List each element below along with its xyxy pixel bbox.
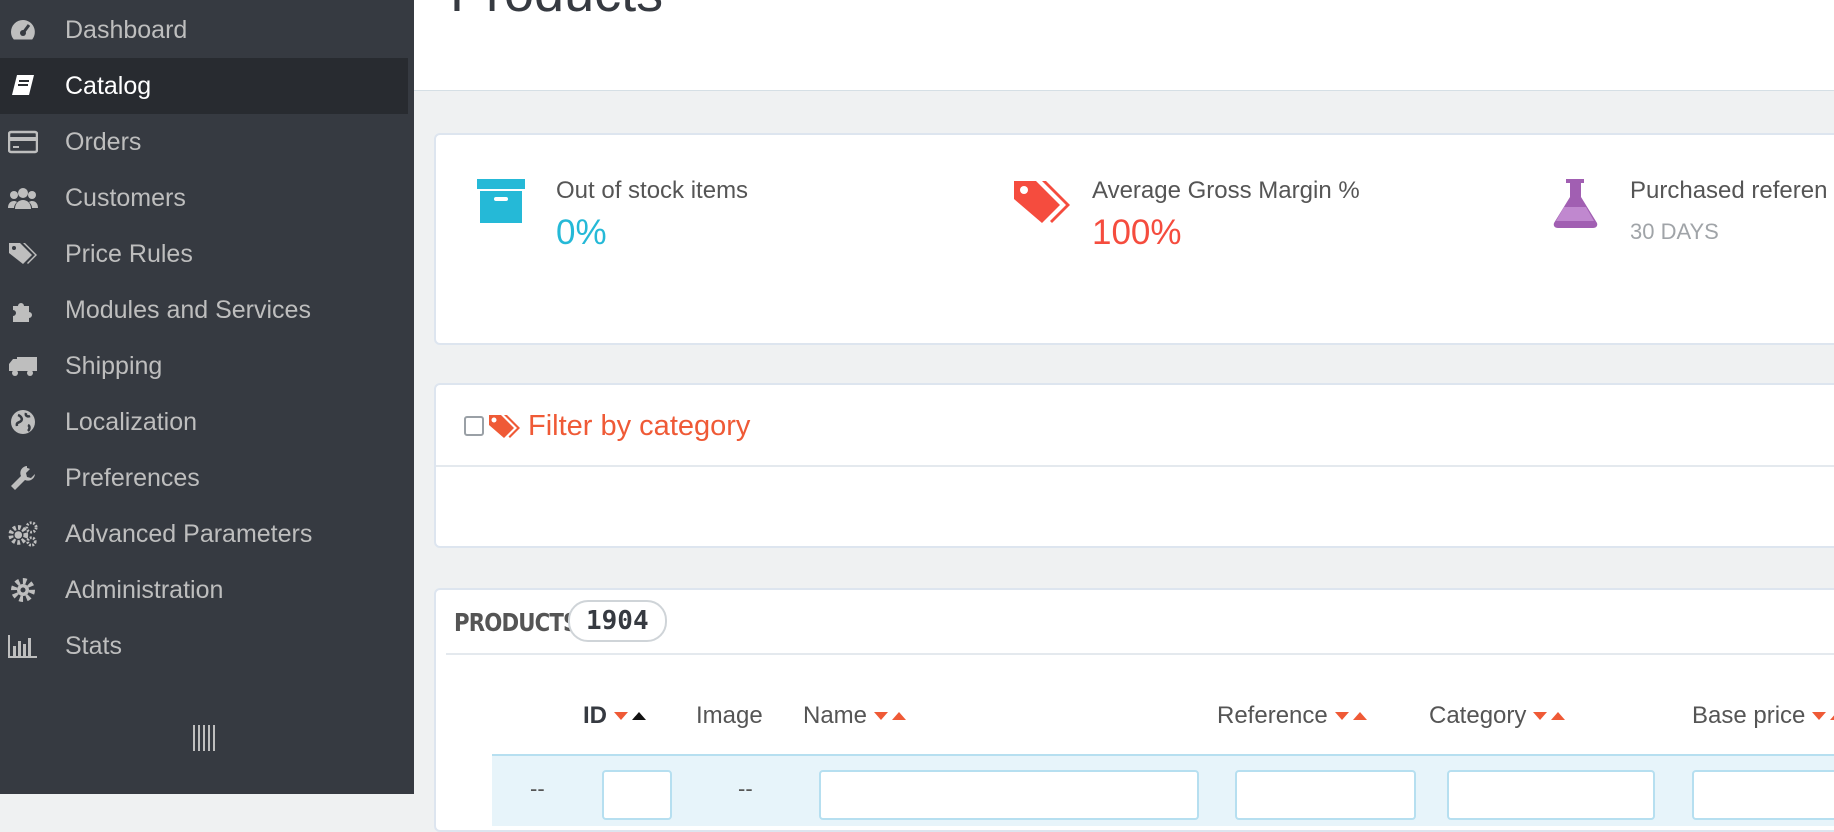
users-icon: [8, 183, 38, 213]
sidebar-item-label: Dashboard: [65, 15, 188, 44]
kpi-sub-label: 30 DAYS: [1630, 219, 1719, 244]
products-title: PRODUCTS: [454, 608, 578, 637]
sidebar-item-label: Price Rules: [65, 239, 193, 268]
sidebar-item-label: Localization: [65, 407, 198, 436]
price-tag-icon: [1012, 177, 1070, 233]
kpi-label: Out of stock items: [556, 177, 749, 204]
sidebar-item-label: Advanced Parameters: [65, 519, 313, 548]
dashboard-gauge-icon: [8, 15, 38, 45]
sidebar-item-label: Customers: [65, 183, 186, 212]
main-content: Products Out of stock items 0% Average G…: [414, 0, 1834, 832]
sidebar-item-catalog[interactable]: Catalog: [0, 58, 408, 114]
sort-desc-icon[interactable]: [874, 712, 889, 720]
column-label: Category: [1429, 702, 1527, 729]
sidebar-item-orders[interactable]: Orders: [0, 114, 414, 170]
sidebar-item-label: Administration: [65, 575, 224, 604]
base-price-filter-input[interactable]: [1692, 770, 1834, 820]
products-count-badge: 1904: [568, 600, 667, 642]
column-header-reference[interactable]: Reference: [1217, 702, 1367, 730]
wrench-icon: [8, 463, 38, 493]
name-filter-input[interactable]: [819, 770, 1199, 820]
credit-card-icon: [8, 127, 38, 157]
flask-icon: [1550, 177, 1606, 233]
category-filter-header: Filter by category: [436, 385, 1834, 467]
sort-desc-icon[interactable]: [1334, 712, 1349, 720]
column-label: Base price: [1692, 702, 1806, 729]
category-filter-input[interactable]: [1447, 770, 1655, 820]
products-list-header: PRODUCTS 1904: [446, 590, 1834, 655]
products-list-panel: PRODUCTS 1904 ID Image Name Reference Ca…: [434, 588, 1834, 832]
cogs-icon: [8, 519, 38, 549]
bulk-filter-placeholder: --: [530, 776, 545, 801]
column-label: Image: [696, 702, 763, 729]
sort-desc-icon[interactable]: [1533, 712, 1548, 720]
cog-icon: [8, 575, 38, 605]
kpi-value: 0%: [556, 213, 607, 252]
column-label: Name: [803, 702, 868, 729]
id-filter-input[interactable]: [602, 770, 672, 820]
sidebar: Dashboard Catalog Orders Customers Price…: [0, 0, 414, 794]
kpi-label: Purchased referen: [1630, 177, 1828, 204]
bar-chart-icon: [8, 631, 38, 661]
sidebar-item-label: Catalog: [65, 71, 152, 100]
sort-asc-icon[interactable]: [1830, 712, 1834, 720]
sidebar-item-advanced-parameters[interactable]: Advanced Parameters: [0, 506, 414, 562]
reference-filter-input[interactable]: [1235, 770, 1416, 820]
page-header: Products: [414, 0, 1834, 91]
sidebar-item-modules[interactable]: Modules and Services: [0, 282, 414, 338]
sidebar-item-price-rules[interactable]: Price Rules: [0, 226, 414, 282]
globe-icon: [8, 407, 38, 437]
image-filter-placeholder: --: [738, 776, 753, 801]
sort-asc-icon[interactable]: [1352, 712, 1367, 720]
table-filter-row: -- --: [492, 754, 1834, 826]
sidebar-item-label: Modules and Services: [65, 295, 311, 324]
sidebar-item-customers[interactable]: Customers: [0, 170, 414, 226]
page-title: Products: [450, 0, 663, 24]
archive-box-icon: [476, 177, 532, 233]
category-filter-panel: Filter by category: [434, 383, 1834, 548]
column-header-base-price[interactable]: Base price: [1692, 702, 1834, 730]
sidebar-item-label: Preferences: [65, 463, 200, 492]
sidebar-item-stats[interactable]: Stats: [0, 618, 414, 674]
column-label: Reference: [1217, 702, 1328, 729]
puzzle-icon: [8, 295, 38, 325]
filter-by-category-checkbox[interactable]: [464, 416, 484, 436]
filter-by-category-label[interactable]: Filter by category: [528, 410, 750, 443]
tags-icon: [488, 413, 520, 441]
kpi-value: 100%: [1092, 213, 1182, 252]
sidebar-item-preferences[interactable]: Preferences: [0, 450, 414, 506]
tags-icon: [8, 239, 38, 269]
sort-asc-icon[interactable]: [1551, 712, 1566, 720]
sidebar-item-dashboard[interactable]: Dashboard: [0, 2, 414, 58]
sidebar-item-localization[interactable]: Localization: [0, 394, 414, 450]
sidebar-item-label: Shipping: [65, 351, 163, 380]
sidebar-item-administration[interactable]: Administration: [0, 562, 414, 618]
sort-asc-icon[interactable]: [892, 712, 907, 720]
truck-icon: [8, 351, 38, 381]
sidebar-item-label: Stats: [65, 631, 122, 660]
column-label: ID: [583, 702, 607, 729]
column-header-image: Image: [696, 702, 763, 730]
sidebar-item-label: Orders: [65, 127, 142, 156]
kpi-label: Average Gross Margin %: [1092, 177, 1360, 204]
column-header-category[interactable]: Category: [1429, 702, 1566, 730]
column-header-name[interactable]: Name: [803, 702, 907, 730]
collapse-sidebar-handle[interactable]: [191, 724, 217, 752]
sort-asc-icon[interactable]: [632, 712, 646, 720]
column-header-id[interactable]: ID: [583, 702, 646, 730]
kpi-row: Out of stock items 0% Average Gross Marg…: [434, 133, 1834, 345]
book-icon: [8, 71, 38, 101]
sidebar-item-shipping[interactable]: Shipping: [0, 338, 414, 394]
sort-desc-icon[interactable]: [1812, 712, 1827, 720]
sort-desc-icon[interactable]: [614, 712, 628, 720]
